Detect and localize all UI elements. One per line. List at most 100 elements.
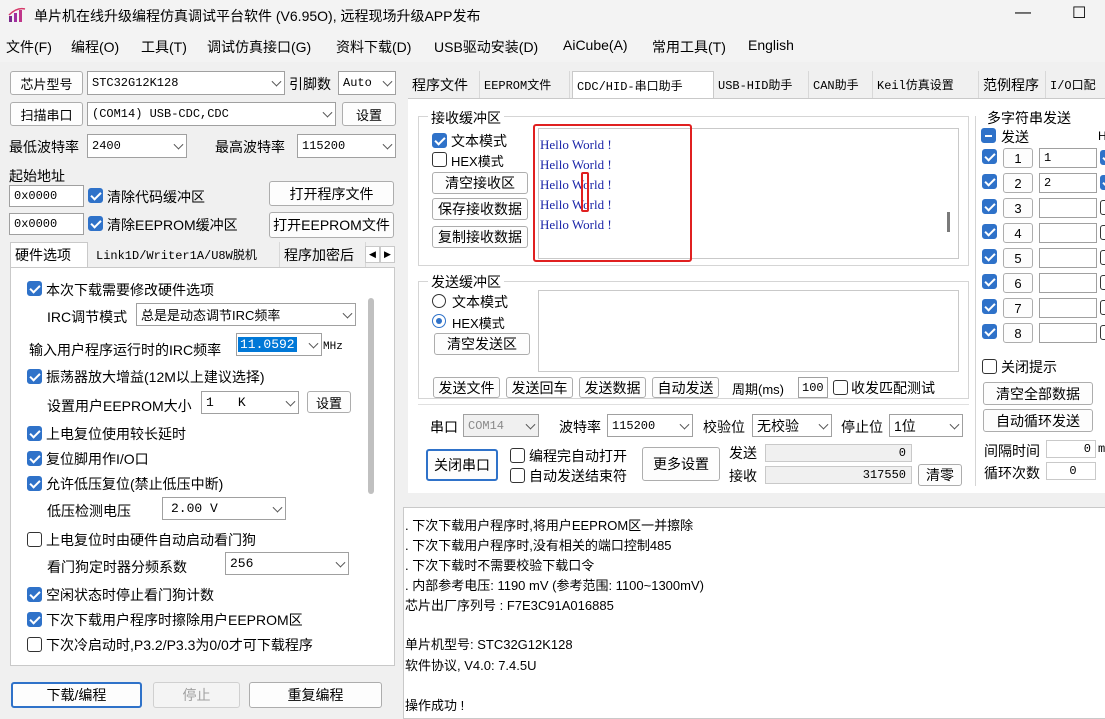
tx-text-mode-radio[interactable] (432, 294, 446, 308)
tab-eeprom-file[interactable]: EEPROM文件 (480, 71, 570, 98)
erase-eeprom-checkbox[interactable] (27, 612, 42, 627)
multi-row-hex-checkbox[interactable] (1100, 150, 1105, 165)
multi-row-input[interactable] (1039, 273, 1097, 293)
port-select[interactable]: (COM14) USB-CDC,CDC (87, 102, 336, 126)
multi-row-input[interactable] (1039, 198, 1097, 218)
low-volt-select[interactable]: 2.00 V (162, 497, 286, 520)
menu-program[interactable]: 编程(O) (71, 37, 119, 57)
auto-open-checkbox[interactable] (510, 448, 525, 463)
match-test-checkbox[interactable] (833, 380, 848, 395)
tab-link1d-offline[interactable]: Link1D/Writer1A/U8W脱机 (92, 242, 280, 267)
baud-rate-select[interactable]: 115200 (607, 414, 693, 437)
eeprom-size-select[interactable]: 1K (201, 391, 299, 414)
eeprom-size-settings-button[interactable]: 设置 (307, 391, 351, 413)
rx-scroll-thumb[interactable] (947, 212, 950, 232)
auto-send-button[interactable]: 自动发送 (652, 377, 719, 398)
tab-io-config[interactable]: I/O口配 (1046, 71, 1105, 98)
code-address-input[interactable]: 0x0000 (9, 185, 84, 207)
tab-serial-assistant[interactable]: CDC/HID-串口助手 (572, 71, 714, 98)
clear-count-button[interactable]: 清零 (918, 464, 962, 486)
multi-row-input[interactable]: 1 (1039, 148, 1097, 168)
clear-all-data-button[interactable]: 清空全部数据 (983, 382, 1093, 405)
min-baud-select[interactable]: 2400 (87, 134, 187, 158)
scan-port-button[interactable]: 扫描串口 (10, 102, 83, 126)
interval-input[interactable]: 0 (1046, 440, 1096, 458)
multi-row-checkbox[interactable] (982, 174, 997, 189)
send-enter-button[interactable]: 发送回车 (506, 377, 573, 398)
multi-row-send-button[interactable]: 3 (1003, 198, 1033, 218)
rx-hex-mode-checkbox[interactable] (432, 152, 447, 167)
tab-scroll-left-icon[interactable]: ◀ (365, 246, 380, 263)
multi-send-all-checkbox[interactable] (981, 128, 996, 143)
chip-model-button[interactable]: 芯片型号 (10, 71, 83, 95)
serial-port-select[interactable]: COM14 (463, 414, 539, 437)
maximize-button[interactable]: ☐ (1072, 3, 1086, 23)
multi-row-send-button[interactable]: 4 (1003, 223, 1033, 243)
multi-row-hex-checkbox[interactable] (1100, 200, 1105, 215)
multi-row-hex-checkbox[interactable] (1100, 175, 1105, 190)
clear-code-checkbox[interactable] (88, 188, 103, 203)
close-tip-checkbox[interactable] (982, 359, 997, 374)
multi-row-hex-checkbox[interactable] (1100, 300, 1105, 315)
send-data-button[interactable]: 发送数据 (579, 377, 646, 398)
open-program-file-button[interactable]: 打开程序文件 (269, 181, 394, 206)
multi-row-checkbox[interactable] (982, 224, 997, 239)
multi-row-send-button[interactable]: 8 (1003, 323, 1033, 343)
eeprom-address-input[interactable]: 0x0000 (9, 213, 84, 235)
multi-row-checkbox[interactable] (982, 249, 997, 264)
period-input[interactable]: 100 (798, 377, 828, 398)
tab-usb-hid[interactable]: USB-HID助手 (714, 71, 809, 98)
minimize-button[interactable]: — (1015, 4, 1031, 22)
multi-row-hex-checkbox[interactable] (1100, 325, 1105, 340)
multi-row-checkbox[interactable] (982, 199, 997, 214)
multi-row-send-button[interactable]: 6 (1003, 273, 1033, 293)
low-volt-reset-checkbox[interactable] (27, 476, 42, 491)
tab-hardware-options[interactable]: 硬件选项 (10, 242, 88, 267)
multi-row-checkbox[interactable] (982, 149, 997, 164)
download-program-button[interactable]: 下载/编程 (11, 682, 142, 708)
multi-row-input[interactable]: 2 (1039, 173, 1097, 193)
clear-tx-button[interactable]: 清空发送区 (434, 333, 530, 355)
modify-hw-checkbox[interactable] (27, 281, 42, 296)
auto-end-checkbox[interactable] (510, 468, 525, 483)
multi-row-checkbox[interactable] (982, 274, 997, 289)
menu-aicube[interactable]: AiCube(A) (563, 37, 628, 53)
multi-row-input[interactable] (1039, 298, 1097, 318)
menu-debug-interface[interactable]: 调试仿真接口(G) (207, 37, 311, 57)
multi-row-input[interactable] (1039, 223, 1097, 243)
osc-gain-checkbox[interactable] (27, 369, 42, 384)
send-file-button[interactable]: 发送文件 (433, 377, 500, 398)
menu-tools[interactable]: 工具(T) (141, 37, 187, 57)
open-eeprom-file-button[interactable]: 打开EEPROM文件 (269, 212, 394, 238)
multi-row-input[interactable] (1039, 323, 1097, 343)
menu-english[interactable]: English (748, 37, 794, 53)
tab-program-file[interactable]: 程序文件 (408, 71, 480, 98)
multi-row-hex-checkbox[interactable] (1100, 225, 1105, 240)
multi-row-input[interactable] (1039, 248, 1097, 268)
menu-common-tools[interactable]: 常用工具(T) (652, 37, 726, 57)
panel-scrollbar[interactable] (368, 298, 374, 494)
tab-examples[interactable]: 范例程序 (979, 71, 1046, 98)
multi-row-checkbox[interactable] (982, 324, 997, 339)
port-settings-button[interactable]: 设置 (342, 102, 396, 126)
copy-rx-button[interactable]: 复制接收数据 (432, 226, 528, 248)
rx-text-mode-checkbox[interactable] (432, 133, 447, 148)
tab-keil-settings[interactable]: Keil仿真设置 (873, 71, 979, 98)
chip-model-select[interactable]: STC32G12K128 (87, 71, 285, 95)
stop-bits-select[interactable]: 1位 (889, 414, 963, 437)
multi-row-send-button[interactable]: 7 (1003, 298, 1033, 318)
menu-usb-driver[interactable]: USB驱动安装(D) (434, 37, 538, 57)
wdt-div-select[interactable]: 256 (225, 552, 349, 575)
close-port-button[interactable]: 关闭串口 (426, 449, 498, 481)
tab-scroll-right-icon[interactable]: ▶ (380, 246, 395, 263)
clear-rx-button[interactable]: 清空接收区 (432, 172, 528, 194)
irc-freq-select[interactable]: 11.0592 (236, 333, 322, 356)
more-settings-button[interactable]: 更多设置 (642, 447, 720, 481)
loop-count-input[interactable]: 0 (1046, 462, 1096, 480)
hw-watchdog-checkbox[interactable] (27, 532, 42, 547)
save-rx-button[interactable]: 保存接收数据 (432, 198, 528, 220)
reprogram-button[interactable]: 重复编程 (249, 682, 382, 708)
stop-button[interactable]: 停止 (153, 682, 240, 708)
idle-wdt-checkbox[interactable] (27, 587, 42, 602)
tx-text-area[interactable] (538, 290, 959, 372)
